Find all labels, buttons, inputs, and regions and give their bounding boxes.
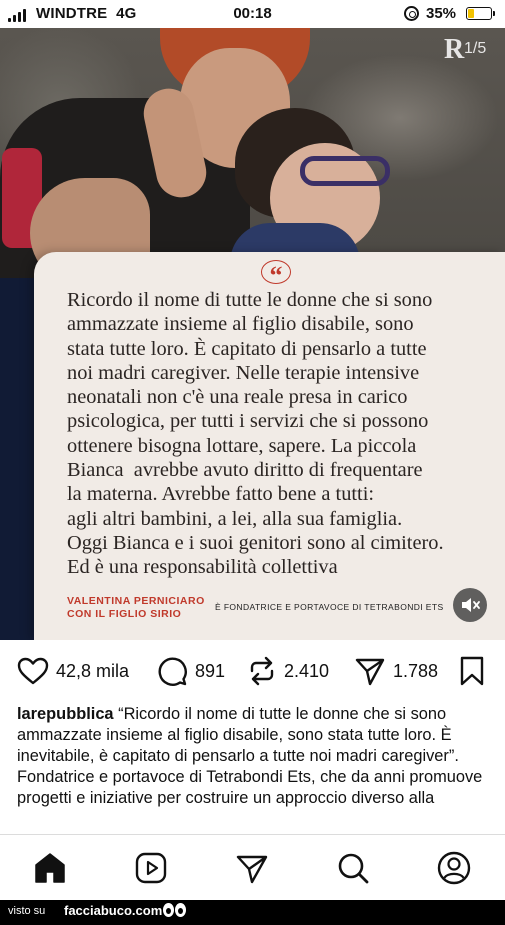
reels-icon xyxy=(135,852,167,884)
bottom-tab-bar xyxy=(0,834,505,900)
quote-mark-icon: “ xyxy=(261,260,291,290)
mute-button[interactable] xyxy=(453,588,487,622)
repost-icon xyxy=(250,656,274,686)
battery-percent: 35% xyxy=(426,5,457,22)
share-action[interactable]: 1.788 xyxy=(354,655,438,687)
tab-search[interactable] xyxy=(335,850,371,886)
quote-author: VALENTINA PERNICIARO CON IL FIGLIO SIRIO xyxy=(67,595,205,620)
quote-card: “ Ricordo il nome di tutte le donne che … xyxy=(34,252,505,640)
post-actions: 42,8 mila 891 2.410 1.788 xyxy=(0,640,505,704)
repost-action[interactable]: 2.410 xyxy=(247,655,329,687)
comment-icon xyxy=(158,657,187,686)
profile-icon xyxy=(437,851,471,885)
status-bar: WINDTRE 4G 00:18 35% xyxy=(0,0,505,28)
watermark-site: facciabuco.com xyxy=(64,903,163,918)
media-counter: 1/5 xyxy=(464,40,487,57)
speaker-muted-icon xyxy=(462,598,480,612)
post-caption[interactable]: larepubblica “Ricordo il nome di tutte l… xyxy=(17,704,492,830)
tab-home[interactable] xyxy=(32,850,68,886)
search-icon xyxy=(338,853,369,884)
share-count: 1.788 xyxy=(393,660,439,681)
rotation-lock-icon xyxy=(404,6,419,21)
bookmark-icon xyxy=(460,656,484,686)
caption-username[interactable]: larepubblica xyxy=(17,705,114,723)
post-media[interactable]: R 1/5 “ Ricordo il nome di tutte le donn… xyxy=(0,28,505,640)
quote-text: Ricordo il nome di tutte le donne che si… xyxy=(67,289,444,579)
home-icon xyxy=(35,853,65,883)
tab-reels[interactable] xyxy=(133,850,169,886)
publisher-logo: R xyxy=(444,34,465,65)
heart-icon xyxy=(17,657,49,685)
comment-count: 891 xyxy=(195,660,226,681)
save-button[interactable] xyxy=(459,655,485,687)
eyes-logo-icon xyxy=(163,903,186,917)
watermark-prefix: visto su xyxy=(8,905,46,917)
repost-count: 2.410 xyxy=(284,660,330,681)
tab-profile[interactable] xyxy=(436,850,472,886)
battery-icon xyxy=(466,7,492,20)
comment-action[interactable]: 891 xyxy=(156,655,225,687)
like-action[interactable]: 42,8 mila xyxy=(17,655,129,687)
quote-author-role: È FONDATRICE E PORTAVOCE DI TETRABONDI E… xyxy=(215,602,444,612)
tab-direct[interactable] xyxy=(234,850,270,886)
like-count: 42,8 mila xyxy=(56,660,130,681)
send-icon xyxy=(355,658,385,686)
direct-icon xyxy=(236,855,268,884)
site-watermark: visto su facciabuco.com xyxy=(0,900,505,925)
